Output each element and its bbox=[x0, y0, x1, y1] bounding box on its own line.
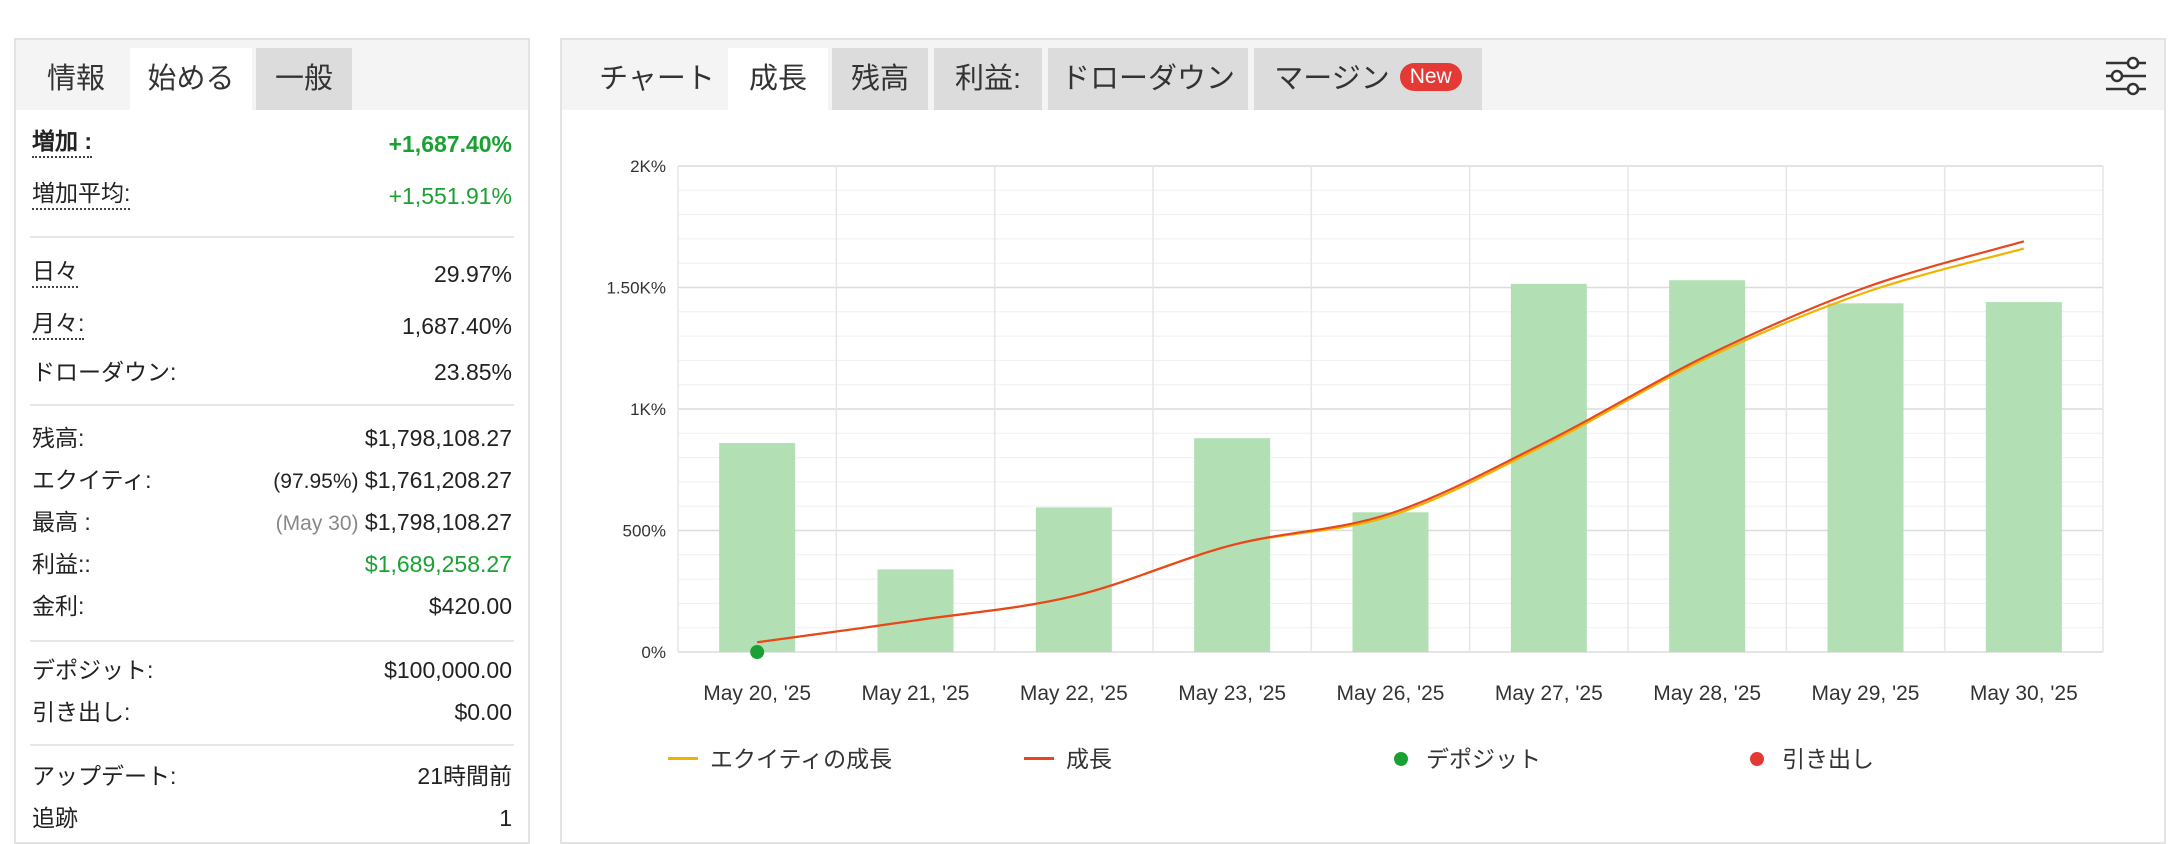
bar bbox=[877, 569, 954, 652]
tab-general[interactable]: 一般 bbox=[256, 48, 352, 110]
stat-label[interactable]: 日々 bbox=[32, 256, 78, 288]
stat-gain: 増加 : +1,687.40% bbox=[32, 126, 512, 162]
stat-label: 引き出し: bbox=[32, 699, 131, 725]
y-tick-label: 500% bbox=[623, 522, 666, 541]
stat-label: デポジット: bbox=[32, 657, 154, 683]
bar bbox=[1510, 283, 1587, 652]
legend-equity-growth[interactable]: エクイティの成長 bbox=[668, 744, 892, 774]
tab-start[interactable]: 始める bbox=[130, 48, 252, 110]
stat-label: 利益:: bbox=[32, 551, 91, 577]
growth-chart: 0% 500% 1K% 1.50K% 2K% May 20, '25 May 21, '25… bbox=[606, 157, 2104, 705]
legend-label: デポジット bbox=[1426, 746, 1541, 772]
stats-tabbar: 情報 始める 一般 bbox=[16, 40, 528, 110]
x-tick-label: May 29, '25 bbox=[1812, 682, 1920, 705]
stat-value: $100,000.00 bbox=[384, 657, 512, 683]
stat-value: $1,689,258.27 bbox=[364, 551, 512, 577]
stat-label: エクイティ: bbox=[32, 467, 152, 493]
bar bbox=[719, 443, 796, 652]
stat-value-group: (97.95%) $1,761,208.27 bbox=[273, 462, 512, 500]
stat-interest: 金利: $420.00 bbox=[32, 588, 512, 624]
x-tick-label: May 20, '25 bbox=[703, 682, 811, 705]
stat-label: ドローダウン: bbox=[32, 359, 177, 385]
legend-growth[interactable]: 成長 bbox=[1024, 744, 1112, 774]
stat-drawdown: ドローダウン: 23.85% bbox=[32, 354, 512, 390]
stat-label: 残高: bbox=[32, 425, 85, 451]
legend-dot-icon bbox=[1394, 751, 1408, 766]
divider bbox=[30, 236, 514, 238]
stat-withdrawals: 引き出し: $0.00 bbox=[32, 694, 512, 730]
stat-label[interactable]: 増加 : bbox=[32, 126, 93, 158]
stat-value: $1,761,208.27 bbox=[364, 467, 512, 493]
stats-panel: 情報 始める 一般 増加 : +1,687.40% 増加平均: +1,551.9… bbox=[14, 38, 530, 844]
x-tick-label: May 27, '25 bbox=[1495, 682, 1603, 705]
y-tick-label: 2K% bbox=[630, 157, 666, 176]
legend-label: 成長 bbox=[1066, 746, 1112, 772]
deposit-marker bbox=[750, 645, 765, 659]
stat-avg-gain: 増加平均: +1,551.91% bbox=[32, 178, 512, 214]
stat-label: アップデート: bbox=[32, 763, 177, 789]
stat-value: 1,687.40% bbox=[402, 313, 512, 339]
stat-note: (97.95%) bbox=[273, 470, 359, 493]
stat-value: 29.97% bbox=[433, 261, 512, 287]
x-tick-label: May 22, '25 bbox=[1020, 682, 1128, 705]
chart-panel: チャート 成長 残高 利益: ドローダウン マージン New 0% 500% 1K% 1… bbox=[560, 38, 2166, 844]
legend-line-icon bbox=[668, 757, 698, 761]
x-tick-label: May 21, '25 bbox=[862, 682, 970, 705]
legend-label: 引き出し bbox=[1782, 746, 1874, 772]
divider bbox=[30, 404, 514, 406]
stat-value-group: (May 30) $1,798,108.27 bbox=[276, 504, 512, 542]
stat-monthly: 月々: 1,687.40% bbox=[32, 308, 512, 344]
legend-deposit[interactable]: デポジット bbox=[1394, 744, 1541, 774]
divider bbox=[30, 744, 514, 746]
y-tick-label: 0% bbox=[641, 643, 666, 662]
bar bbox=[1827, 303, 1904, 652]
divider bbox=[30, 640, 514, 642]
stat-value: $1,798,108.27 bbox=[364, 425, 512, 451]
bar bbox=[1669, 280, 1746, 652]
legend-dot-icon bbox=[1750, 751, 1764, 766]
legend-withdrawal[interactable]: 引き出し bbox=[1750, 744, 1874, 774]
x-tick-label: May 30, '25 bbox=[1970, 682, 2078, 705]
stat-value: +1,551.91% bbox=[388, 183, 512, 209]
y-tick-label: 1.50K% bbox=[606, 279, 666, 298]
stat-profit: 利益:: $1,689,258.27 bbox=[32, 546, 512, 582]
bar bbox=[1352, 512, 1429, 652]
legend-line-icon bbox=[1024, 757, 1054, 761]
stat-deposits: デポジット: $100,000.00 bbox=[32, 652, 512, 688]
stat-updated: アップデート: 21時間前 bbox=[32, 758, 512, 794]
tab-info[interactable]: 情報 bbox=[22, 48, 130, 110]
stat-equity: エクイティ: (97.95%) $1,761,208.27 bbox=[32, 462, 512, 498]
stat-label: 最高 : bbox=[32, 509, 91, 535]
y-tick-label: 1K% bbox=[630, 400, 666, 419]
stat-label: 金利: bbox=[32, 593, 85, 619]
stat-label[interactable]: 増加平均: bbox=[32, 178, 131, 210]
x-tick-label: May 23, '25 bbox=[1178, 682, 1286, 705]
stat-label: 追跡 bbox=[32, 805, 78, 831]
stat-value: 21時間前 bbox=[417, 763, 512, 789]
stat-value: 23.85% bbox=[433, 359, 512, 385]
bar bbox=[1985, 302, 2062, 652]
stat-value: +1,687.40% bbox=[388, 131, 512, 157]
x-tick-label: May 26, '25 bbox=[1337, 682, 1445, 705]
x-tick-label: May 28, '25 bbox=[1653, 682, 1761, 705]
stat-value: $1,798,108.27 bbox=[364, 509, 512, 535]
stat-value: $420.00 bbox=[428, 593, 512, 619]
stat-tracking: 追跡 1 bbox=[32, 800, 512, 836]
stat-label[interactable]: 月々: bbox=[32, 308, 85, 340]
bar bbox=[1035, 507, 1112, 652]
stat-daily: 日々 29.97% bbox=[32, 256, 512, 292]
stat-value: $0.00 bbox=[454, 699, 512, 725]
stat-value: 1 bbox=[499, 805, 512, 831]
stat-note: (May 30) bbox=[275, 512, 359, 535]
stat-balance: 残高: $1,798,108.27 bbox=[32, 420, 512, 456]
stat-highest: 最高 : (May 30) $1,798,108.27 bbox=[32, 504, 512, 540]
legend-label: エクイティの成長 bbox=[710, 746, 893, 772]
